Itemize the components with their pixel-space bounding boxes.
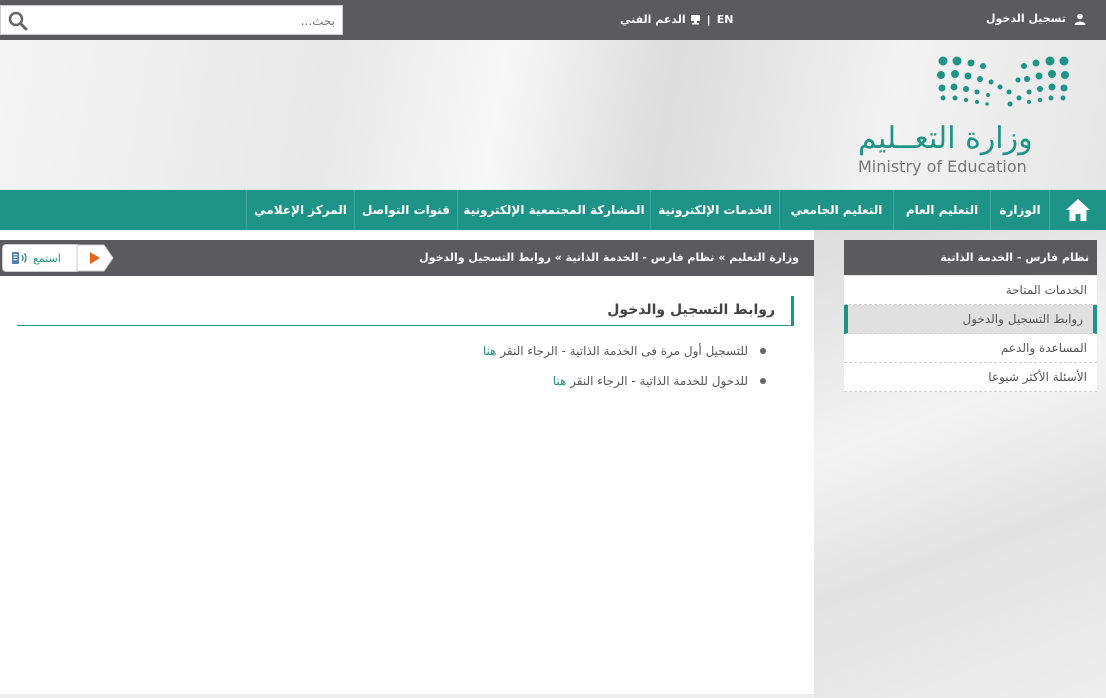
- computer-icon: [690, 15, 700, 25]
- login-label: تسجيل الدخول: [985, 12, 1066, 25]
- search-input[interactable]: [35, 10, 335, 32]
- main-nav: الوزارة التعليم العام التعليم الجامعي ال…: [0, 190, 1106, 230]
- play-icon[interactable]: [76, 244, 114, 272]
- links-list: للتسجيل أول مرة فى الخدمة الذاتية - الرج…: [270, 340, 770, 400]
- user-icon: [1074, 13, 1086, 25]
- nav-item-university-education[interactable]: التعليم الجامعي: [779, 190, 893, 230]
- support-link[interactable]: الدعم الفني: [620, 13, 701, 26]
- link-separator: |: [706, 13, 711, 26]
- register-here-link[interactable]: هنا: [483, 344, 497, 358]
- footer-divider: [0, 694, 814, 698]
- listen-label: استمع: [33, 251, 61, 265]
- top-bar: الدعم الفني | EN تسجيل الدخول: [0, 0, 1106, 40]
- nav-item-community-participation[interactable]: المشاركة المجتمعية الإلكترونية: [457, 190, 650, 230]
- sidebar-item-faq[interactable]: الأسئلة الأكثر شيوعا: [844, 363, 1097, 392]
- nav-item-contact-channels[interactable]: قنوات التواصل: [354, 190, 457, 230]
- home-icon: [1066, 199, 1090, 221]
- bullet-text: للدخول للخدمة الذاتية - الرجاء النقر: [566, 374, 748, 388]
- sidebar-title: نظام فارس - الخدمة الذاتية: [844, 240, 1097, 275]
- logo-text-arabic: وزارة التعــليم: [858, 121, 1033, 156]
- breadcrumb-bar: استمع وزارة التعليم » نظام فارس - الخدمة…: [0, 240, 814, 276]
- list-item: للتسجيل أول مرة فى الخدمة الذاتية - الرج…: [270, 340, 770, 370]
- login-here-link[interactable]: هنا: [553, 374, 567, 388]
- logo-text-english: Ministry of Education: [858, 157, 1027, 176]
- search-icon[interactable]: [7, 10, 29, 32]
- listen-button[interactable]: استمع: [2, 244, 78, 272]
- nav-item-media-center[interactable]: المركز الإعلامي: [246, 190, 354, 230]
- lang-switch-link[interactable]: EN: [717, 13, 734, 26]
- content-title-bar: روابط التسجيل والدخول: [17, 296, 794, 326]
- nav-home-button[interactable]: [1049, 190, 1106, 230]
- sidebar-item-help-support[interactable]: المساعدة والدعم: [844, 334, 1097, 363]
- listen-widget: استمع: [2, 244, 114, 272]
- bullet-text: للتسجيل أول مرة فى الخدمة الذاتية - الرج…: [496, 344, 748, 358]
- sidebar-menu: الخدمات المتاحة روابط التسجيل والدخول ال…: [844, 276, 1097, 392]
- breadcrumb: وزارة التعليم » نظام فارس - الخدمة الذات…: [419, 251, 799, 264]
- page-title: روابط التسجيل والدخول: [607, 296, 794, 325]
- top-links: الدعم الفني | EN: [620, 13, 733, 26]
- speaker-icon: [12, 252, 27, 264]
- sidebar-item-available-services[interactable]: الخدمات المتاحة: [844, 276, 1097, 305]
- nav-item-general-education[interactable]: التعليم العام: [893, 190, 990, 230]
- sidebar-item-registration-links[interactable]: روابط التسجيل والدخول: [844, 305, 1097, 334]
- search-box: [0, 5, 343, 35]
- nav-item-e-services[interactable]: الخدمات الإلكترونية: [650, 190, 779, 230]
- bullet-dot: [760, 348, 766, 354]
- list-item: للدخول للخدمة الذاتية - الرجاء النقر هنا: [270, 370, 770, 400]
- nav-item-ministry[interactable]: الوزارة: [990, 190, 1049, 230]
- login-link[interactable]: تسجيل الدخول: [986, 12, 1086, 25]
- support-label: الدعم الفني: [620, 13, 686, 26]
- bullet-dot: [760, 378, 766, 384]
